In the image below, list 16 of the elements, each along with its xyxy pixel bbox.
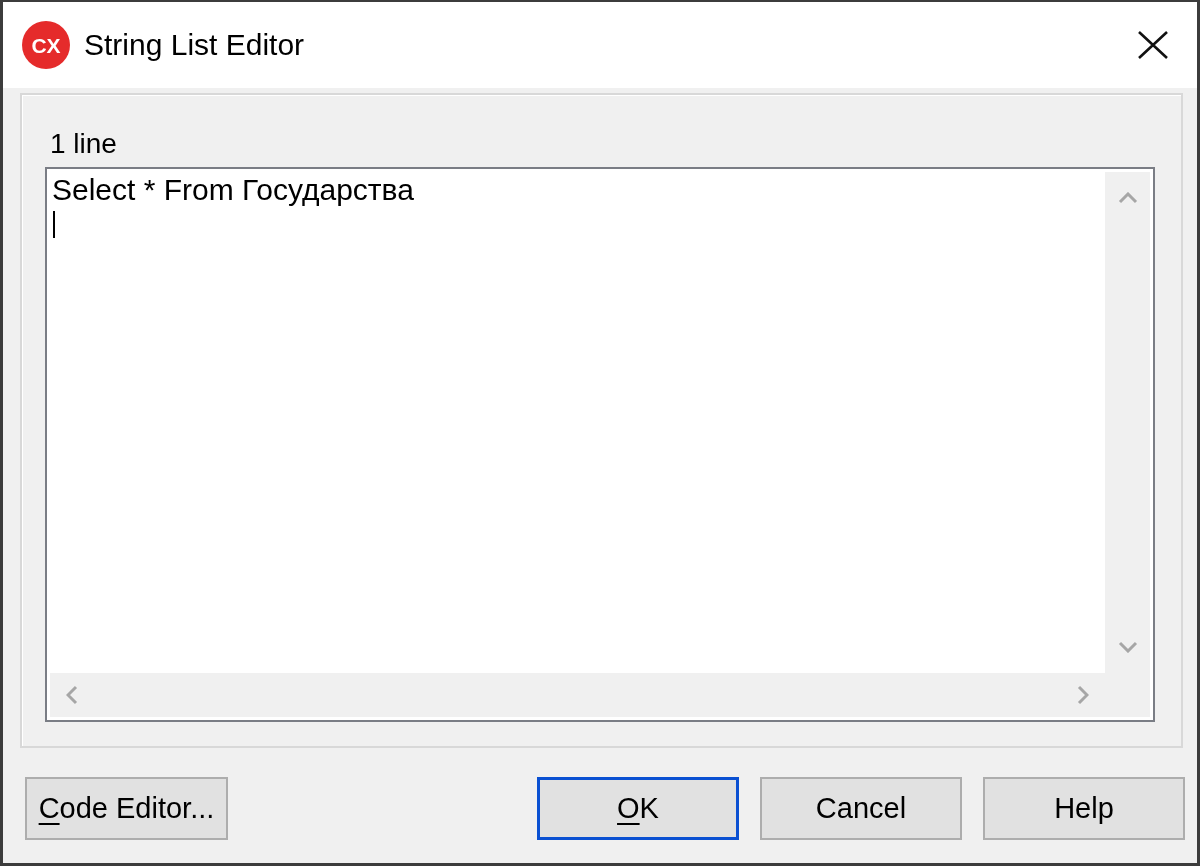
chevron-left-icon[interactable] bbox=[66, 685, 78, 705]
dialog-button[interactable]: Code Editor... bbox=[25, 777, 228, 840]
window-title: String List Editor bbox=[84, 30, 305, 60]
line-count-label: 1 line bbox=[50, 128, 117, 160]
chevron-right-icon[interactable] bbox=[1077, 685, 1089, 705]
horizontal-scrollbar[interactable] bbox=[50, 673, 1105, 717]
dialog-button[interactable]: Cancel bbox=[760, 777, 962, 840]
close-icon[interactable] bbox=[1138, 31, 1168, 59]
vertical-scrollbar[interactable] bbox=[1105, 172, 1150, 717]
chevron-up-icon[interactable] bbox=[1117, 192, 1138, 204]
app-logo: CX bbox=[22, 21, 70, 69]
text-editor[interactable]: Select * From Государства bbox=[45, 167, 1155, 722]
chevron-down-icon[interactable] bbox=[1117, 641, 1138, 653]
editor-text-line: Select * From Государства bbox=[52, 173, 414, 207]
dialog-button[interactable]: OK bbox=[537, 777, 739, 840]
dialog-button[interactable]: Help bbox=[983, 777, 1185, 840]
